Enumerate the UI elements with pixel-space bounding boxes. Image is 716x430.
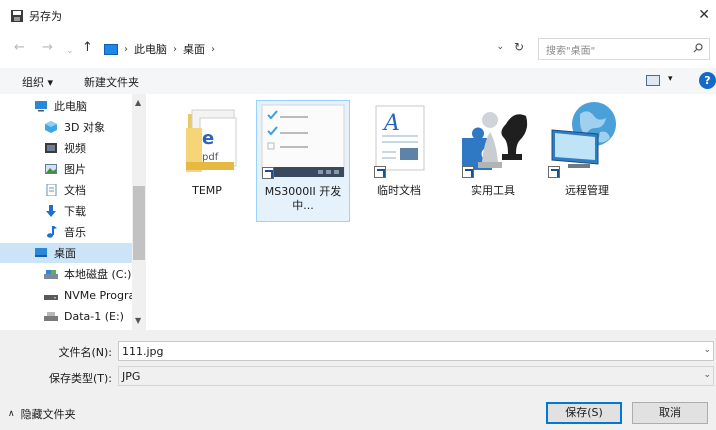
up-icon[interactable]: ↑ [82, 40, 93, 56]
breadcrumb-this-pc[interactable]: 此电脑 [134, 41, 167, 57]
nav-item-videos[interactable]: 视频 [0, 138, 132, 158]
hide-folders-label: 隐藏文件夹 [20, 408, 76, 421]
search-placeholder: 搜索"桌面" [546, 45, 596, 57]
file-name: 远程管理 [565, 184, 609, 197]
folder-icon: e pdf [162, 100, 252, 180]
chevron-down-icon[interactable]: ⌄ [703, 345, 711, 355]
file-name: 实用工具 [471, 184, 515, 197]
nav-item-label: 音乐 [64, 226, 86, 239]
nav-item-label: 此电脑 [54, 100, 87, 113]
music-icon [47, 226, 57, 238]
filetype-select[interactable]: JPG ⌄ [118, 366, 714, 386]
chevron-down-icon[interactable]: ⌄ [496, 42, 504, 52]
nav-item-label: 图片 [64, 163, 86, 176]
refresh-icon[interactable]: ↻ [514, 40, 524, 54]
nav-item-drive-nvme[interactable]: NVMe Progra [0, 285, 136, 305]
shortcut-arrow-icon [548, 166, 560, 178]
save-panel: 文件名(N): 111.jpg ⌄ 保存类型(T): JPG ⌄ ∧ 隐藏文件夹… [0, 330, 716, 430]
scroll-up-icon[interactable]: ▲ [135, 98, 141, 107]
file-name: MS3000II 开发中... [264, 185, 342, 212]
nav-item-pictures[interactable]: 图片 [0, 159, 132, 179]
pictures-icon [45, 164, 57, 174]
tools-shortcut-icon [448, 100, 538, 180]
save-dialog-icon [11, 10, 23, 22]
new-folder-button[interactable]: 新建文件夹 [84, 74, 139, 90]
hide-folders-toggle[interactable]: ∧ 隐藏文件夹 [8, 406, 76, 422]
history-dropdown-icon[interactable]: ⌄ [66, 43, 74, 59]
nav-item-drive-c[interactable]: 本地磁盘 (C:) [0, 264, 132, 284]
computer-icon [35, 101, 47, 112]
filetype-label: 保存类型(T): [48, 372, 112, 385]
chevron-down-icon[interactable]: ▾ [668, 74, 673, 84]
organize-button[interactable]: 组织 ▾ [22, 74, 53, 90]
file-item-ms3000ii[interactable]: MS3000II 开发中... [256, 100, 350, 222]
drive-icon [44, 312, 58, 321]
nav-scrollbar[interactable]: ▲ ▼ [132, 94, 146, 330]
shortcut-arrow-icon [374, 166, 386, 178]
nav-item-label: 文档 [64, 184, 86, 197]
file-item-tools[interactable]: 实用工具 [446, 100, 540, 222]
forward-icon[interactable]: → [42, 40, 53, 56]
svg-text:e: e [202, 128, 214, 149]
filename-input[interactable]: 111.jpg ⌄ [118, 341, 714, 361]
nav-item-label: 桌面 [54, 247, 76, 260]
chevron-up-icon: ∧ [8, 409, 15, 419]
save-button[interactable]: 保存(S) [546, 402, 622, 424]
drive-icon [44, 270, 58, 279]
desktop-icon [35, 248, 47, 257]
address-bar: ← → ⌄ ↑ › 此电脑 › 桌面 › ⌄ ↻ 搜索"桌面" [0, 37, 716, 61]
search-icon [693, 43, 703, 53]
svg-text:pdf: pdf [202, 152, 219, 163]
svg-text:A: A [382, 111, 400, 136]
video-icon [45, 143, 57, 153]
file-item-temp[interactable]: e pdf TEMP [160, 100, 254, 222]
chevron-down-icon[interactable]: ⌄ [703, 370, 711, 380]
file-list: e pdf TEMP MS3000II 开发中... A 临时文档 实用工具 远… [146, 94, 716, 330]
remote-shortcut-icon [542, 100, 632, 180]
nav-item-label: NVMe Progra [64, 288, 136, 302]
back-icon[interactable]: ← [14, 40, 25, 56]
close-icon[interactable]: ✕ [698, 8, 710, 22]
breadcrumb-desktop[interactable]: 桌面 [183, 41, 205, 57]
window-title: 另存为 [29, 10, 62, 23]
nav-item-label: 视频 [64, 142, 86, 155]
cancel-button[interactable]: 取消 [632, 402, 708, 424]
nav-item-downloads[interactable]: 下载 [0, 201, 132, 221]
nav-item-3d-objects[interactable]: 3D 对象 [0, 117, 132, 137]
title-bar: 另存为 ✕ [0, 0, 716, 32]
nav-item-label: 下载 [64, 205, 86, 218]
filetype-value: JPG [122, 369, 141, 383]
help-icon[interactable]: ? [699, 72, 716, 89]
shortcut-arrow-icon [262, 167, 274, 179]
drive-icon [44, 295, 58, 300]
nav-item-desktop[interactable]: 桌面 [0, 243, 132, 263]
nav-item-label: 3D 对象 [64, 121, 105, 134]
filename-label: 文件名(N): [58, 346, 112, 359]
computer-icon [104, 43, 118, 55]
download-icon [46, 205, 56, 217]
nav-item-this-pc[interactable]: 此电脑 [0, 96, 132, 116]
scrollbar-thumb[interactable] [133, 186, 145, 260]
shortcut-arrow-icon [462, 166, 474, 178]
nav-item-drive-e[interactable]: Data-1 (E:) [0, 306, 132, 326]
address-box[interactable]: › 此电脑 › 桌面 › ⌄ ↻ [100, 38, 530, 60]
scroll-down-icon[interactable]: ▼ [135, 316, 141, 325]
nav-item-label: Data-1 (E:) [64, 309, 124, 323]
nav-item-documents[interactable]: 文档 [0, 180, 132, 200]
toolbar: 组织 ▾ 新建文件夹 ▾ ? [0, 68, 716, 94]
documents-icon [46, 184, 57, 196]
view-mode-icon[interactable] [646, 75, 660, 86]
file-name: TEMP [192, 184, 222, 197]
3d-objects-icon [45, 121, 57, 133]
file-name: 临时文档 [377, 184, 421, 197]
document-shortcut-icon: A [354, 100, 444, 180]
nav-item-label: 本地磁盘 (C:) [64, 268, 132, 281]
search-input[interactable]: 搜索"桌面" [538, 38, 710, 60]
file-item-remote[interactable]: 远程管理 [540, 100, 634, 222]
nav-item-music[interactable]: 音乐 [0, 222, 132, 242]
navigation-pane: 此电脑 3D 对象 视频 图片 文档 下载 音乐 桌面 本地磁盘 (C:) NV… [0, 94, 146, 330]
file-item-temp-docs[interactable]: A 临时文档 [352, 100, 446, 222]
app-shortcut-icon [258, 101, 348, 181]
filename-value: 111.jpg [122, 344, 164, 358]
